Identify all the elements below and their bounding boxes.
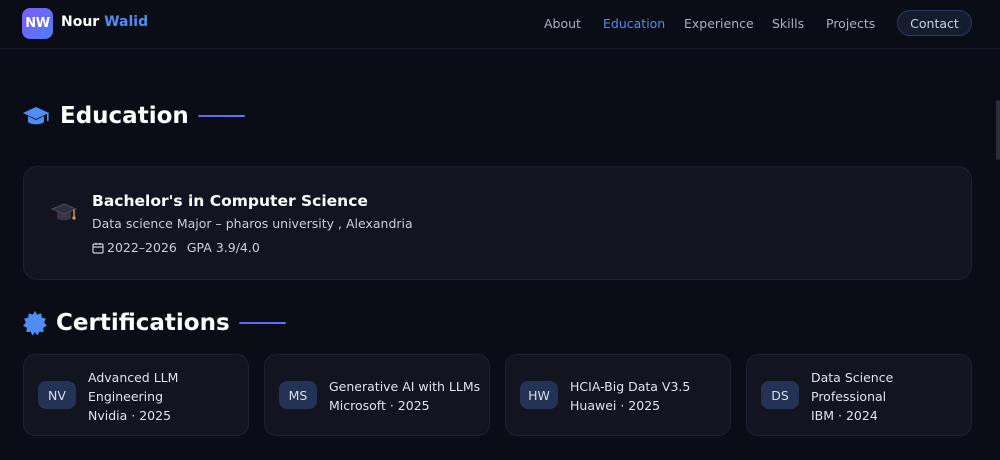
education-gpa: GPA 3.9/4.0 (186, 240, 260, 255)
cert-abbr-badge: DS (761, 381, 799, 409)
cert-issuer: Microsoft · 2025 (329, 398, 430, 413)
scrollbar-thumb[interactable] (996, 100, 1000, 160)
cert-text: Generative AI with LLMs Microsoft · 2025 (329, 355, 485, 437)
nav-link-skills[interactable]: Skills (772, 16, 804, 31)
cert-abbr-badge: MS (279, 381, 317, 409)
cert-title-line: Data Science (811, 369, 894, 385)
certifications-heading: Certifications (22, 309, 286, 337)
badge-icon (22, 309, 48, 337)
graduation-cap-icon (22, 102, 50, 130)
cert-abbr-badge: NV (38, 381, 76, 409)
education-card: Bachelor's in Computer Science Data scie… (23, 166, 972, 280)
cert-title-line: Generative AI with LLMs (329, 379, 481, 394)
top-navbar: NW Nour Walid About Education Experience… (0, 0, 1000, 49)
calendar-icon (92, 242, 104, 254)
cert-abbr-badge: HW (520, 381, 558, 409)
degree-title: Bachelor's in Computer Science (92, 192, 368, 210)
nav-links: About Education Experience Skills Projec… (0, 16, 1000, 34)
nav-link-about[interactable]: About (544, 16, 581, 31)
cert-title-line: Advanced LLM (88, 369, 179, 385)
cert-title-line: HCIA-Big Data V3.5 (570, 379, 691, 394)
cert-text: HCIA-Big Data V3.5 Huawei · 2025 (570, 355, 726, 437)
heading-underline (238, 322, 286, 324)
certifications-title: Certifications (56, 310, 230, 336)
cert-text: Advanced LLM Engineering Nvidia · 2025 (88, 355, 244, 437)
cert-title-line: Professional (811, 388, 887, 404)
cert-text: Data Science Professional IBM · 2024 (811, 355, 967, 437)
contact-button[interactable]: Contact (897, 10, 972, 36)
education-years: 2022–2026 (107, 240, 177, 255)
cert-issuer: Nvidia · 2025 (88, 407, 172, 423)
nav-link-experience[interactable]: Experience (684, 16, 754, 31)
cert-title-line: Engineering (88, 388, 163, 404)
cert-issuer: IBM · 2024 (811, 407, 878, 423)
school-name: Data science Major – pharos university ,… (92, 216, 413, 231)
education-heading: Education (22, 102, 245, 130)
cert-card[interactable]: HW HCIA-Big Data V3.5 Huawei · 2025 (505, 354, 731, 436)
nav-link-education[interactable]: Education (603, 16, 665, 31)
education-meta: 2022–2026 GPA 3.9/4.0 (92, 240, 260, 255)
graduation-cap-icon (50, 199, 78, 225)
nav-link-projects[interactable]: Projects (826, 16, 875, 31)
cert-issuer: Huawei · 2025 (570, 398, 661, 413)
heading-underline (197, 115, 245, 117)
education-title: Education (60, 103, 189, 129)
cert-card[interactable]: MS Generative AI with LLMs Microsoft · 2… (264, 354, 490, 436)
cert-card[interactable]: NV Advanced LLM Engineering Nvidia · 202… (23, 354, 249, 436)
cert-card[interactable]: DS Data Science Professional IBM · 2024 (746, 354, 972, 436)
